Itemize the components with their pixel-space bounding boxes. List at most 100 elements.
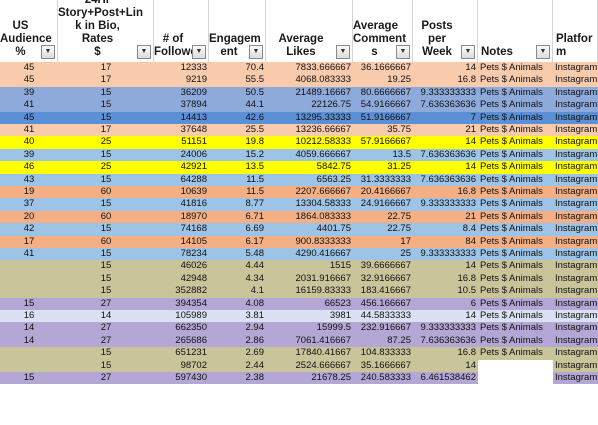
cell-us[interactable]: 40 <box>0 136 58 149</box>
cell-likes[interactable]: 15999.5 <box>266 322 353 335</box>
cell-us[interactable]: 19 <box>0 186 58 199</box>
cell-posts[interactable]: 14 <box>413 62 478 75</box>
filter-dropdown-icon[interactable]: ▼ <box>249 45 263 59</box>
cell-engagement[interactable]: 2.94 <box>209 322 266 335</box>
cell-rates[interactable]: 15 <box>58 248 154 261</box>
cell-likes[interactable]: 4059.666667 <box>266 148 353 162</box>
cell-notes[interactable]: Pets $ Animals <box>478 173 553 186</box>
cell-engagement[interactable]: 4.1 <box>209 285 266 298</box>
cell-comments[interactable]: 20.4166667 <box>353 186 413 199</box>
cell-us[interactable]: 15 <box>0 297 58 310</box>
cell-rates[interactable]: 15 <box>58 285 154 298</box>
cell-comments[interactable]: 51.9166667 <box>353 111 413 124</box>
cell-rates[interactable]: 25 <box>58 136 154 149</box>
cell-engagement[interactable]: 2.86 <box>209 334 266 348</box>
cell-comments[interactable]: 31.25 <box>353 161 413 174</box>
cell-comments[interactable]: 24.9166667 <box>353 198 413 211</box>
cell-platform[interactable]: Instagram <box>553 173 598 186</box>
cell-comments[interactable]: 87.25 <box>353 334 413 348</box>
cell-posts[interactable]: 7.636363636 <box>413 148 478 162</box>
cell-rates[interactable]: 25 <box>58 161 154 174</box>
cell-followers[interactable]: 352882 <box>154 285 209 298</box>
cell-rates[interactable]: 60 <box>58 186 154 199</box>
cell-followers[interactable]: 42921 <box>154 161 209 174</box>
cell-rates[interactable]: 15 <box>58 111 154 124</box>
cell-likes[interactable]: 13295.33333 <box>266 111 353 124</box>
cell-comments[interactable]: 22.75 <box>353 223 413 236</box>
cell-followers[interactable]: 64288 <box>154 173 209 186</box>
cell-followers[interactable]: 597430 <box>154 372 209 385</box>
cell-us[interactable]: 45 <box>0 74 58 87</box>
cell-followers[interactable]: 37894 <box>154 99 209 112</box>
cell-platform[interactable]: Instagram <box>553 285 598 298</box>
cell-platform[interactable]: Instagram <box>553 372 598 385</box>
cell-notes[interactable]: Pets $ Animals <box>478 235 553 248</box>
cell-rates[interactable]: 15 <box>58 223 154 236</box>
cell-platform[interactable]: Instagram <box>553 62 598 75</box>
cell-rates[interactable]: 17 <box>58 62 154 75</box>
cell-comments[interactable]: 456.166667 <box>353 297 413 310</box>
cell-followers[interactable]: 105989 <box>154 310 209 323</box>
cell-engagement[interactable]: 2.44 <box>209 359 266 372</box>
cell-rates[interactable]: 15 <box>58 260 154 273</box>
cell-comments[interactable]: 31.3333333 <box>353 173 413 186</box>
cell-comments[interactable]: 240.583333 <box>353 372 413 385</box>
cell-notes[interactable] <box>478 359 553 372</box>
cell-notes[interactable]: Pets $ Animals <box>478 285 553 298</box>
cell-notes[interactable]: Pets $ Animals <box>478 161 553 174</box>
cell-posts[interactable]: 8.4 <box>413 223 478 236</box>
cell-us[interactable] <box>0 285 58 298</box>
cell-engagement[interactable]: 13.5 <box>209 161 266 174</box>
cell-followers[interactable]: 14413 <box>154 111 209 124</box>
cell-engagement[interactable]: 50.5 <box>209 86 266 100</box>
filter-dropdown-icon[interactable]: ▼ <box>41 45 55 59</box>
cell-rates[interactable]: 27 <box>58 322 154 335</box>
cell-posts[interactable]: 14 <box>413 359 478 372</box>
cell-posts[interactable]: 7.636363636 <box>413 334 478 348</box>
cell-likes[interactable]: 1515 <box>266 260 353 273</box>
cell-rates[interactable]: 15 <box>58 347 154 360</box>
cell-notes[interactable]: Pets $ Animals <box>478 62 553 75</box>
cell-comments[interactable]: 22.75 <box>353 210 413 224</box>
filter-dropdown-icon[interactable]: ▼ <box>336 45 350 59</box>
cell-posts[interactable]: 14 <box>413 310 478 323</box>
cell-followers[interactable]: 9219 <box>154 74 209 87</box>
cell-comments[interactable]: 19.25 <box>353 74 413 87</box>
cell-us[interactable] <box>0 272 58 286</box>
cell-engagement[interactable]: 4.44 <box>209 260 266 273</box>
cell-engagement[interactable]: 5.48 <box>209 248 266 261</box>
filter-dropdown-icon[interactable]: ▼ <box>396 45 410 59</box>
cell-likes[interactable]: 4068.083333 <box>266 74 353 87</box>
cell-followers[interactable]: 265686 <box>154 334 209 348</box>
cell-engagement[interactable]: 8.77 <box>209 198 266 211</box>
cell-followers[interactable]: 78234 <box>154 248 209 261</box>
cell-comments[interactable]: 13.5 <box>353 148 413 162</box>
cell-notes[interactable]: Pets $ Animals <box>478 223 553 236</box>
cell-rates[interactable]: 60 <box>58 210 154 224</box>
cell-posts[interactable]: 16.8 <box>413 272 478 286</box>
cell-likes[interactable]: 900.8333333 <box>266 235 353 248</box>
cell-comments[interactable]: 80.6666667 <box>353 86 413 100</box>
cell-rates[interactable]: 27 <box>58 297 154 310</box>
cell-us[interactable]: 39 <box>0 86 58 100</box>
cell-posts[interactable]: 84 <box>413 235 478 248</box>
cell-notes[interactable]: Pets $ Animals <box>478 310 553 323</box>
cell-comments[interactable]: 17 <box>353 235 413 248</box>
cell-platform[interactable]: Instagram <box>553 99 598 112</box>
cell-comments[interactable]: 104.833333 <box>353 347 413 360</box>
cell-notes[interactable]: Pets $ Animals <box>478 322 553 335</box>
cell-us[interactable]: 39 <box>0 148 58 162</box>
cell-engagement[interactable]: 19.8 <box>209 136 266 149</box>
cell-notes[interactable] <box>478 372 553 385</box>
cell-posts[interactable]: 9.333333333 <box>413 322 478 335</box>
cell-followers[interactable]: 51151 <box>154 136 209 149</box>
cell-rates[interactable]: 17 <box>58 74 154 87</box>
cell-notes[interactable]: Pets $ Animals <box>478 86 553 100</box>
cell-comments[interactable]: 232.916667 <box>353 322 413 335</box>
cell-engagement[interactable]: 4.08 <box>209 297 266 310</box>
cell-followers[interactable]: 74168 <box>154 223 209 236</box>
cell-likes[interactable]: 2524.666667 <box>266 359 353 372</box>
cell-likes[interactable]: 22126.75 <box>266 99 353 112</box>
cell-posts[interactable]: 9.333333333 <box>413 198 478 211</box>
cell-engagement[interactable]: 44.1 <box>209 99 266 112</box>
